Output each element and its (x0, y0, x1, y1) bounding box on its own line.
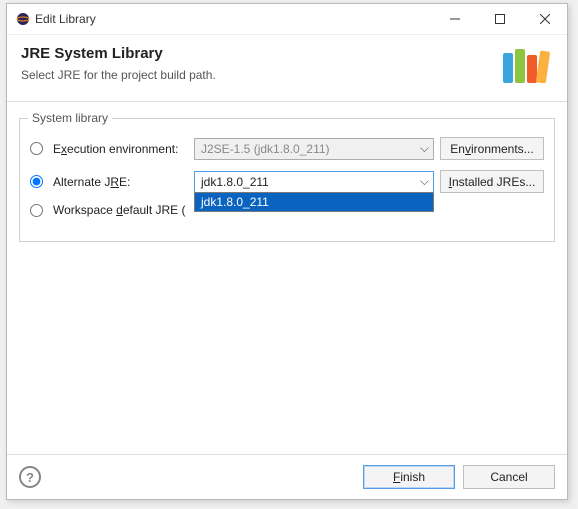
row-alternate-jre: Alternate JRE: jdk1.8.0_211 ⌵ jdk1.8.0_2… (30, 170, 544, 193)
dialog-window: Edit Library JRE System Library Select J… (6, 3, 568, 500)
radio-workspace-default-input[interactable] (30, 204, 43, 217)
alternate-jre-value: jdk1.8.0_211 (201, 175, 269, 189)
alternate-jre-combo[interactable]: jdk1.8.0_211 ⌵ jdk1.8.0_211 (194, 171, 434, 193)
library-icon (499, 43, 553, 87)
radio-execution-env-label: Execution environment: (53, 142, 178, 156)
minimize-button[interactable] (432, 4, 477, 34)
finish-button[interactable]: Finish (363, 465, 455, 489)
maximize-button[interactable] (477, 4, 522, 34)
radio-execution-env[interactable]: Execution environment: (30, 142, 188, 156)
page-subtitle: Select JRE for the project build path. (21, 68, 489, 82)
dropdown-option[interactable]: jdk1.8.0_211 (195, 193, 433, 211)
radio-alternate-jre-input[interactable] (30, 175, 43, 188)
chevron-down-icon[interactable]: ⌵ (420, 174, 429, 189)
radio-execution-env-input[interactable] (30, 142, 43, 155)
chevron-down-icon: ⌵ (420, 141, 429, 156)
group-label: System library (28, 111, 112, 125)
help-icon[interactable]: ? (19, 466, 41, 488)
page-title: JRE System Library (21, 45, 489, 62)
system-library-group: System library Execution environment: J2… (19, 118, 555, 242)
execution-env-combo: J2SE-1.5 (jdk1.8.0_211) ⌵ (194, 138, 434, 160)
environments-button[interactable]: Environments... (440, 137, 544, 160)
body-pane: System library Execution environment: J2… (7, 102, 567, 454)
radio-workspace-default[interactable]: Workspace default JRE ( (30, 203, 186, 217)
titlebar[interactable]: Edit Library (7, 4, 567, 35)
cancel-button[interactable]: Cancel (463, 465, 555, 489)
close-button[interactable] (522, 4, 567, 34)
execution-env-value: J2SE-1.5 (jdk1.8.0_211) (201, 142, 330, 156)
window-title: Edit Library (31, 12, 432, 26)
radio-alternate-jre-label: Alternate JRE: (53, 175, 130, 189)
footer: ? Finish Cancel (7, 454, 567, 499)
eclipse-icon (15, 11, 31, 27)
installed-jres-button[interactable]: Installed JREs... (440, 170, 544, 193)
row-execution-env: Execution environment: J2SE-1.5 (jdk1.8.… (30, 137, 544, 160)
alternate-jre-dropdown[interactable]: jdk1.8.0_211 (194, 192, 434, 212)
radio-workspace-default-label: Workspace default JRE ( (53, 203, 186, 217)
header-pane: JRE System Library Select JRE for the pr… (7, 35, 567, 102)
radio-alternate-jre[interactable]: Alternate JRE: (30, 175, 188, 189)
